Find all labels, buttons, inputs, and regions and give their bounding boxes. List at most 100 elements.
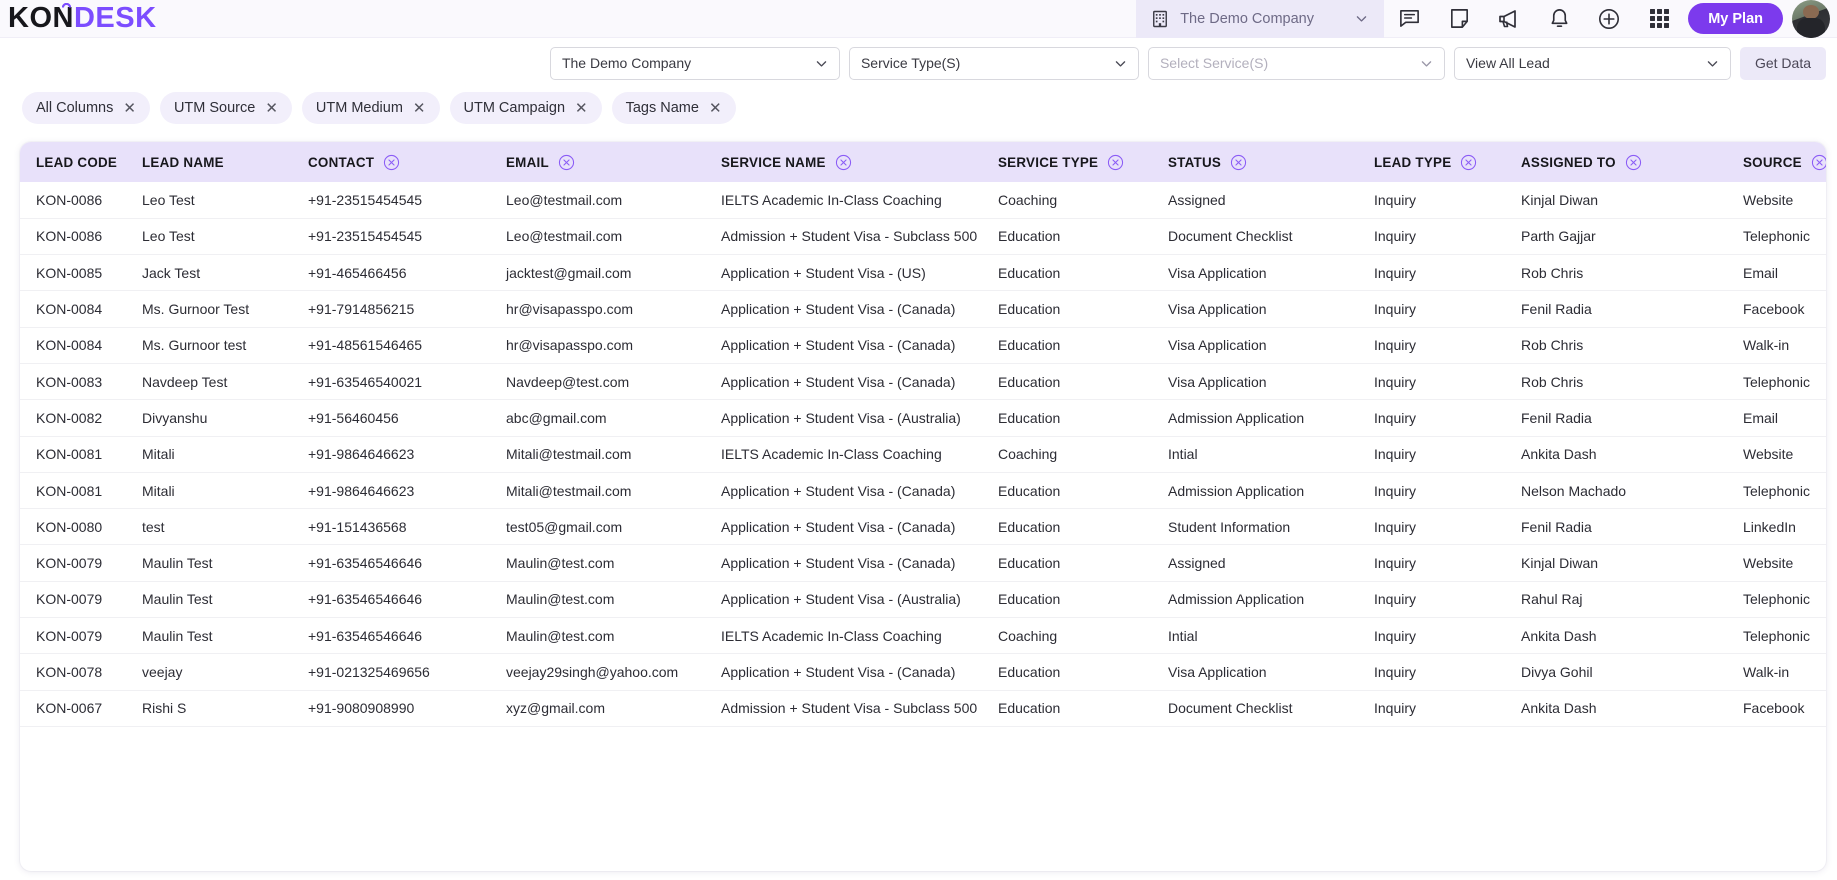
service-filter-select[interactable]: Select Service(S) <box>1147 46 1445 80</box>
announcements-button[interactable] <box>1484 0 1534 38</box>
cell-source: Email <box>1727 254 1826 292</box>
cell-lead-name: Navdeep Test <box>126 363 292 401</box>
remove-column-icon[interactable] <box>1460 154 1477 171</box>
remove-column-icon[interactable] <box>835 154 852 171</box>
view-filter-value: View All Lead <box>1465 55 1550 71</box>
close-icon[interactable]: ✕ <box>709 101 722 116</box>
column-chip[interactable]: Tags Name ✕ <box>611 92 736 124</box>
apps-button[interactable] <box>1634 0 1684 38</box>
table-row[interactable]: KON-0086 Leo Test +91-23515454545 Leo@testm… <box>20 182 1826 219</box>
table-row[interactable]: KON-0079 Maulin Test +91-63546546646 Maulin… <box>20 581 1826 619</box>
notifications-button[interactable] <box>1534 0 1584 38</box>
get-data-button[interactable]: Get Data <box>1739 46 1826 80</box>
column-chip[interactable]: UTM Source ✕ <box>159 92 292 124</box>
cell-lead-code: KON-0079 <box>20 544 126 582</box>
remove-column-icon[interactable] <box>1230 154 1247 171</box>
cell-source: Facebook <box>1727 690 1826 727</box>
cell-status: Document Checklist <box>1152 690 1358 727</box>
leads-table-scroll[interactable]: LEAD CODE LEAD NAME CONTACT EMAIL SERVICE NA… <box>20 142 1826 871</box>
column-header-cell: LEAD CODE <box>20 155 126 170</box>
table-row[interactable]: KON-0079 Maulin Test +91-63546546646 Maulin… <box>20 544 1826 582</box>
cell-lead-type: Inquiry <box>1358 399 1505 437</box>
cell-email: Mitali@testmail.com <box>490 472 705 510</box>
cell-source: Walk-in <box>1727 327 1826 364</box>
column-header-contact[interactable]: CONTACT <box>292 142 490 182</box>
cell-email: Navdeep@test.com <box>490 363 705 401</box>
cell-service-name: IELTS Academic In-Class Coaching <box>705 436 982 473</box>
cell-assigned-to: Divya Gohil <box>1505 653 1727 691</box>
cell-service-name: Application + Student Visa - (Australia) <box>705 399 982 437</box>
column-header-status[interactable]: STATUS <box>1152 142 1358 182</box>
company-filter-select[interactable]: The Demo Company <box>549 46 840 80</box>
table-row[interactable]: KON-0085 Jack Test +91-465466456 jacktest@g… <box>20 254 1826 292</box>
table-row[interactable]: KON-0080 test +91-151436568 test05@gmail.co… <box>20 508 1826 546</box>
column-header-service-type[interactable]: SERVICE TYPE <box>982 142 1152 182</box>
column-chip-label: UTM Medium <box>315 100 403 116</box>
cell-email: Leo@testmail.com <box>490 182 705 219</box>
table-row[interactable]: KON-0084 Ms. Gurnoor Test +91-7914856215 hr… <box>20 290 1826 328</box>
cell-service-name: Application + Student Visa - (Canada) <box>705 290 982 328</box>
cell-lead-name: Mitali <box>126 436 292 473</box>
company-filter-value: The Demo Company <box>561 55 692 71</box>
cell-email: Leo@testmail.com <box>490 218 705 256</box>
column-header-lead-code[interactable]: LEAD CODE <box>20 142 126 182</box>
cell-status: Visa Application <box>1152 653 1358 691</box>
my-plan-button[interactable]: My Plan <box>1688 3 1783 34</box>
notes-button[interactable] <box>1434 0 1484 38</box>
table-row[interactable]: KON-0081 Mitali +91-9864646623 Mitali@testm… <box>20 472 1826 510</box>
cell-lead-type: Inquiry <box>1358 218 1505 256</box>
leads-table-body: KON-0086 Leo Test +91-23515454545 Leo@testm… <box>20 182 1826 727</box>
remove-column-icon[interactable] <box>1811 154 1826 171</box>
column-header-lead-type[interactable]: LEAD TYPE <box>1358 142 1505 182</box>
table-row[interactable]: KON-0079 Maulin Test +91-63546546646 Maulin… <box>20 617 1826 655</box>
column-header-source[interactable]: SOURCE <box>1727 142 1826 182</box>
column-header-cell: CONTACT <box>292 154 490 171</box>
table-row[interactable]: KON-0086 Leo Test +91-23515454545 Leo@testm… <box>20 218 1826 256</box>
cell-contact: +91-9080908990 <box>292 690 490 727</box>
column-chip[interactable]: UTM Campaign ✕ <box>449 92 602 124</box>
cell-lead-name: Leo Test <box>126 218 292 256</box>
table-row[interactable]: KON-0082 Divyanshu +91-56460456 abc@gmail.c… <box>20 399 1826 437</box>
chat-button[interactable] <box>1384 0 1434 38</box>
remove-column-icon[interactable] <box>383 154 400 171</box>
column-chip[interactable]: UTM Medium ✕ <box>301 92 440 124</box>
cell-lead-code: KON-0080 <box>20 508 126 546</box>
close-icon[interactable]: ✕ <box>413 101 426 116</box>
table-row[interactable]: KON-0081 Mitali +91-9864646623 Mitali@testm… <box>20 436 1826 473</box>
cell-email: Maulin@test.com <box>490 617 705 655</box>
column-chip[interactable]: All Columns ✕ <box>22 92 150 124</box>
cell-service-type: Education <box>982 327 1152 364</box>
cell-service-type: Education <box>982 472 1152 510</box>
close-icon[interactable]: ✕ <box>265 101 278 116</box>
add-button[interactable] <box>1584 0 1634 38</box>
service-filter-placeholder: Select Service(S) <box>1159 55 1269 71</box>
user-avatar[interactable] <box>1792 0 1830 38</box>
column-header-cell: LEAD TYPE <box>1358 154 1505 171</box>
table-row[interactable]: KON-0067 Rishi S +91-9080908990 xyz@gmail.c… <box>20 690 1826 727</box>
company-switcher[interactable]: The Demo Company <box>1136 0 1385 38</box>
column-header-label: ASSIGNED TO <box>1521 154 1616 170</box>
column-header-lead-name[interactable]: LEAD NAME <box>126 142 292 182</box>
column-header-assigned-to[interactable]: ASSIGNED TO <box>1505 142 1727 182</box>
view-filter-select[interactable]: View All Lead <box>1453 46 1731 80</box>
cell-source: Telephonic <box>1727 472 1826 510</box>
close-icon[interactable]: ✕ <box>575 101 588 116</box>
cell-contact: +91-151436568 <box>292 508 490 546</box>
cell-assigned-to: Ankita Dash <box>1505 690 1727 727</box>
service-type-filter-select[interactable]: Service Type(S) <box>848 46 1139 80</box>
cell-lead-name: Maulin Test <box>126 581 292 619</box>
remove-column-icon[interactable] <box>1625 154 1642 171</box>
table-row[interactable]: KON-0083 Navdeep Test +91-63546540021 Navde… <box>20 363 1826 401</box>
column-chips: All Columns ✕ UTM Source ✕ UTM Medium ✕ UTM Ca… <box>0 88 1837 128</box>
table-row[interactable]: KON-0078 veejay +91-021325469656 veejay29si… <box>20 653 1826 691</box>
remove-column-icon[interactable] <box>1107 154 1124 171</box>
megaphone-icon <box>1499 9 1517 28</box>
table-row[interactable]: KON-0084 Ms. Gurnoor test +91-48561546465 h… <box>20 327 1826 364</box>
column-header-service-name[interactable]: SERVICE NAME <box>705 142 982 182</box>
close-icon[interactable]: ✕ <box>123 101 136 116</box>
cell-service-type: Education <box>982 290 1152 328</box>
app-logo[interactable]: KON DESK <box>8 3 157 33</box>
column-header-email[interactable]: EMAIL <box>490 142 705 182</box>
remove-column-icon[interactable] <box>558 154 575 171</box>
column-header-label: LEAD NAME <box>142 154 224 170</box>
